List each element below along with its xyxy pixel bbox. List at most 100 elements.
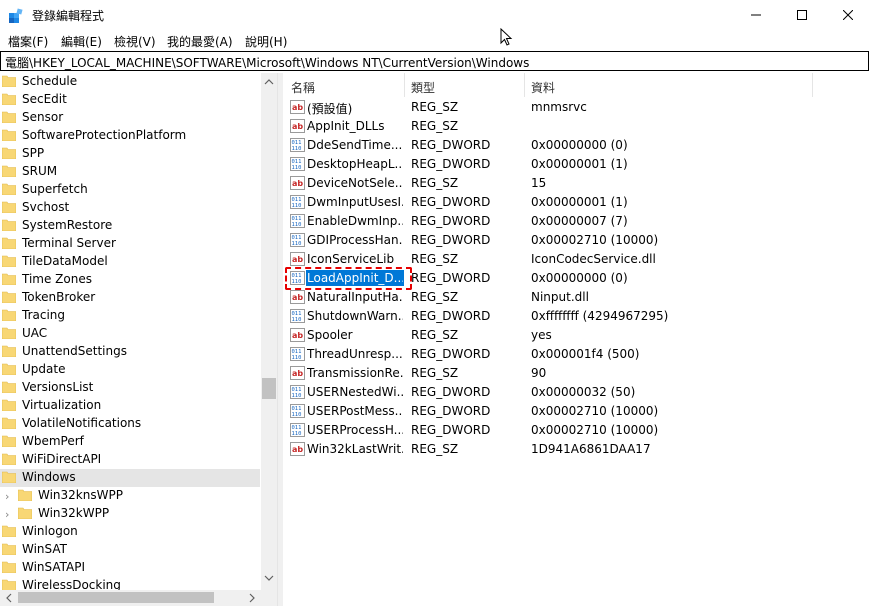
tree-item[interactable]: VersionsList — [0, 379, 260, 397]
tree-item-label: Win32kWPP — [38, 506, 110, 520]
tree-item-label: VolatileNotifications — [22, 416, 142, 430]
tree-item[interactable]: Windows — [0, 469, 260, 487]
tree-item[interactable]: WbemPerf — [0, 433, 260, 451]
address-bar[interactable]: 電腦\HKEY_LOCAL_MACHINE\SOFTWARE\Microsoft… — [0, 51, 869, 71]
menu-edit[interactable]: 編輯(E) — [61, 33, 102, 50]
value-data: 0x00002710 (10000) — [531, 423, 659, 437]
tree-item-label: SRUM — [22, 164, 58, 178]
tree-vertical-scroll-thumb[interactable] — [262, 378, 276, 399]
value-name: DesktopHeapL... — [307, 157, 403, 171]
tree-item[interactable]: › Win32knsWPP — [0, 487, 260, 505]
column-header-name[interactable]: 名稱 — [291, 79, 315, 96]
svg-text:110: 110 — [292, 146, 302, 152]
tree-item[interactable]: SoftwareProtectionPlatform — [0, 127, 260, 145]
tree-item[interactable]: UnattendSettings — [0, 343, 260, 361]
value-row[interactable]: 011 110 ThreadUnresp... REG_DWORD 0x000001f4… — [284, 345, 871, 364]
tree-item[interactable]: WinSAT — [0, 541, 260, 559]
tree-item-label: Update — [22, 362, 66, 376]
value-row[interactable]: ab AppInit_DLLs REG_SZ — [284, 117, 871, 136]
tree-item-label: WinSATAPI — [22, 560, 86, 574]
tree-horizontal-scroll-thumb[interactable] — [18, 592, 214, 603]
value-row[interactable]: 011 110 USERPostMess... REG_DWORD 0x00002710… — [284, 402, 871, 421]
tree-item[interactable]: WiFiDirectAPI — [0, 451, 260, 469]
values-list-pane[interactable]: 名稱 類型 資料 ab (預設值) REG_SZ mnmsrvc ab AppInit_D… — [284, 73, 871, 606]
value-name: ShutdownWarn... — [307, 309, 403, 323]
value-row[interactable]: 011 110 DwmInputUsesI... REG_DWORD 0x0000000… — [284, 193, 871, 212]
tree-item[interactable]: SystemRestore — [0, 217, 260, 235]
value-row[interactable]: ab Spooler REG_SZ yes — [284, 326, 871, 345]
minimize-button[interactable] — [733, 0, 779, 30]
close-button[interactable] — [825, 0, 871, 30]
value-row[interactable]: ab Win32kLastWrit... REG_SZ 1D941A6861DAA17 — [284, 440, 871, 459]
maximize-button[interactable] — [779, 0, 825, 30]
value-type: REG_DWORD — [411, 271, 491, 285]
tree-item[interactable]: Schedule — [0, 73, 260, 91]
folder-icon — [2, 345, 16, 357]
folder-icon — [2, 435, 16, 447]
folder-icon — [2, 399, 16, 411]
tree-item[interactable]: WinSATAPI — [0, 559, 260, 577]
tree-item[interactable]: UAC — [0, 325, 260, 343]
tree-item[interactable]: SecEdit — [0, 91, 260, 109]
folder-icon — [18, 507, 32, 519]
value-data: mnmsrvc — [531, 100, 587, 114]
menu-view[interactable]: 檢視(V) — [114, 33, 156, 50]
key-tree-pane[interactable]: Schedule SecEdit Sensor SoftwareProtectionP… — [0, 73, 278, 606]
menu-favorites[interactable]: 我的最愛(A) — [167, 33, 233, 50]
value-type: REG_DWORD — [411, 214, 491, 228]
scroll-right-icon[interactable] — [245, 590, 259, 606]
tree-item[interactable]: Time Zones — [0, 271, 260, 289]
menu-help[interactable]: 說明(H) — [245, 33, 287, 50]
menu-file[interactable]: 檔案(F) — [8, 33, 48, 50]
value-row[interactable]: 011 110 DdeSendTime... REG_DWORD 0x00000000 … — [284, 136, 871, 155]
tree-item[interactable]: VolatileNotifications — [0, 415, 260, 433]
value-name: USERNestedWi... — [307, 385, 403, 399]
column-divider[interactable] — [404, 73, 405, 97]
tree-item[interactable]: Superfetch — [0, 181, 260, 199]
tree-item[interactable]: Svchost — [0, 199, 260, 217]
value-type: REG_DWORD — [411, 138, 491, 152]
scroll-up-icon[interactable] — [261, 75, 277, 89]
binary-value-icon: 011110 — [290, 347, 305, 361]
column-header-data[interactable]: 資料 — [531, 79, 555, 96]
value-row[interactable]: ab (預設值) REG_SZ mnmsrvc — [284, 98, 871, 117]
value-row[interactable]: 011 110 GDIProcessHan... REG_DWORD 0x0000271… — [284, 231, 871, 250]
pane-splitter[interactable] — [278, 73, 283, 606]
title-bar: 登錄編輯程式 — [0, 0, 871, 30]
column-divider[interactable] — [812, 73, 813, 97]
tree-item[interactable]: Virtualization — [0, 397, 260, 415]
value-row[interactable]: 011 110 USERNestedWi... REG_DWORD 0x00000032… — [284, 383, 871, 402]
column-divider[interactable] — [524, 73, 525, 97]
scroll-left-icon[interactable] — [2, 590, 16, 606]
value-row[interactable]: 011 110 EnableDwmInp... REG_DWORD 0x00000007… — [284, 212, 871, 231]
value-row[interactable]: ab DeviceNotSele... REG_SZ 15 — [284, 174, 871, 193]
tree-item[interactable]: SPP — [0, 145, 260, 163]
tree-item[interactable]: Tracing — [0, 307, 260, 325]
value-data: 0x00000000 (0) — [531, 138, 628, 152]
svg-text:110: 110 — [292, 222, 302, 228]
tree-item[interactable]: Sensor — [0, 109, 260, 127]
tree-item[interactable]: SRUM — [0, 163, 260, 181]
regedit-app-icon — [9, 8, 23, 23]
value-row[interactable]: 011 110 DesktopHeapL... REG_DWORD 0x00000001… — [284, 155, 871, 174]
value-row[interactable]: 011 110 ShutdownWarn... REG_DWORD 0xffffffff… — [284, 307, 871, 326]
value-row[interactable]: ab TransmissionRe... REG_SZ 90 — [284, 364, 871, 383]
tree-item[interactable]: Winlogon — [0, 523, 260, 541]
tree-item[interactable]: Update — [0, 361, 260, 379]
expand-icon[interactable]: › — [5, 508, 9, 521]
tree-vertical-scrollbar[interactable] — [261, 73, 277, 590]
tree-item[interactable]: TokenBroker — [0, 289, 260, 307]
value-name: GDIProcessHan... — [307, 233, 403, 247]
value-row[interactable]: ab NaturalInputHa... REG_SZ Ninput.dll — [284, 288, 871, 307]
column-header-type[interactable]: 類型 — [411, 79, 435, 96]
tree-item[interactable]: Terminal Server — [0, 235, 260, 253]
tree-item[interactable]: › Win32kWPP — [0, 505, 260, 523]
tree-item[interactable]: TileDataModel — [0, 253, 260, 271]
scroll-down-icon[interactable] — [261, 571, 277, 585]
tree-item-label: SecEdit — [22, 92, 67, 106]
value-row[interactable]: 011 110 USERProcessH... REG_DWORD 0x00002710… — [284, 421, 871, 440]
folder-icon — [2, 327, 16, 339]
value-type: REG_DWORD — [411, 157, 491, 171]
expand-icon[interactable]: › — [5, 490, 9, 503]
mouse-cursor-icon — [500, 28, 513, 46]
